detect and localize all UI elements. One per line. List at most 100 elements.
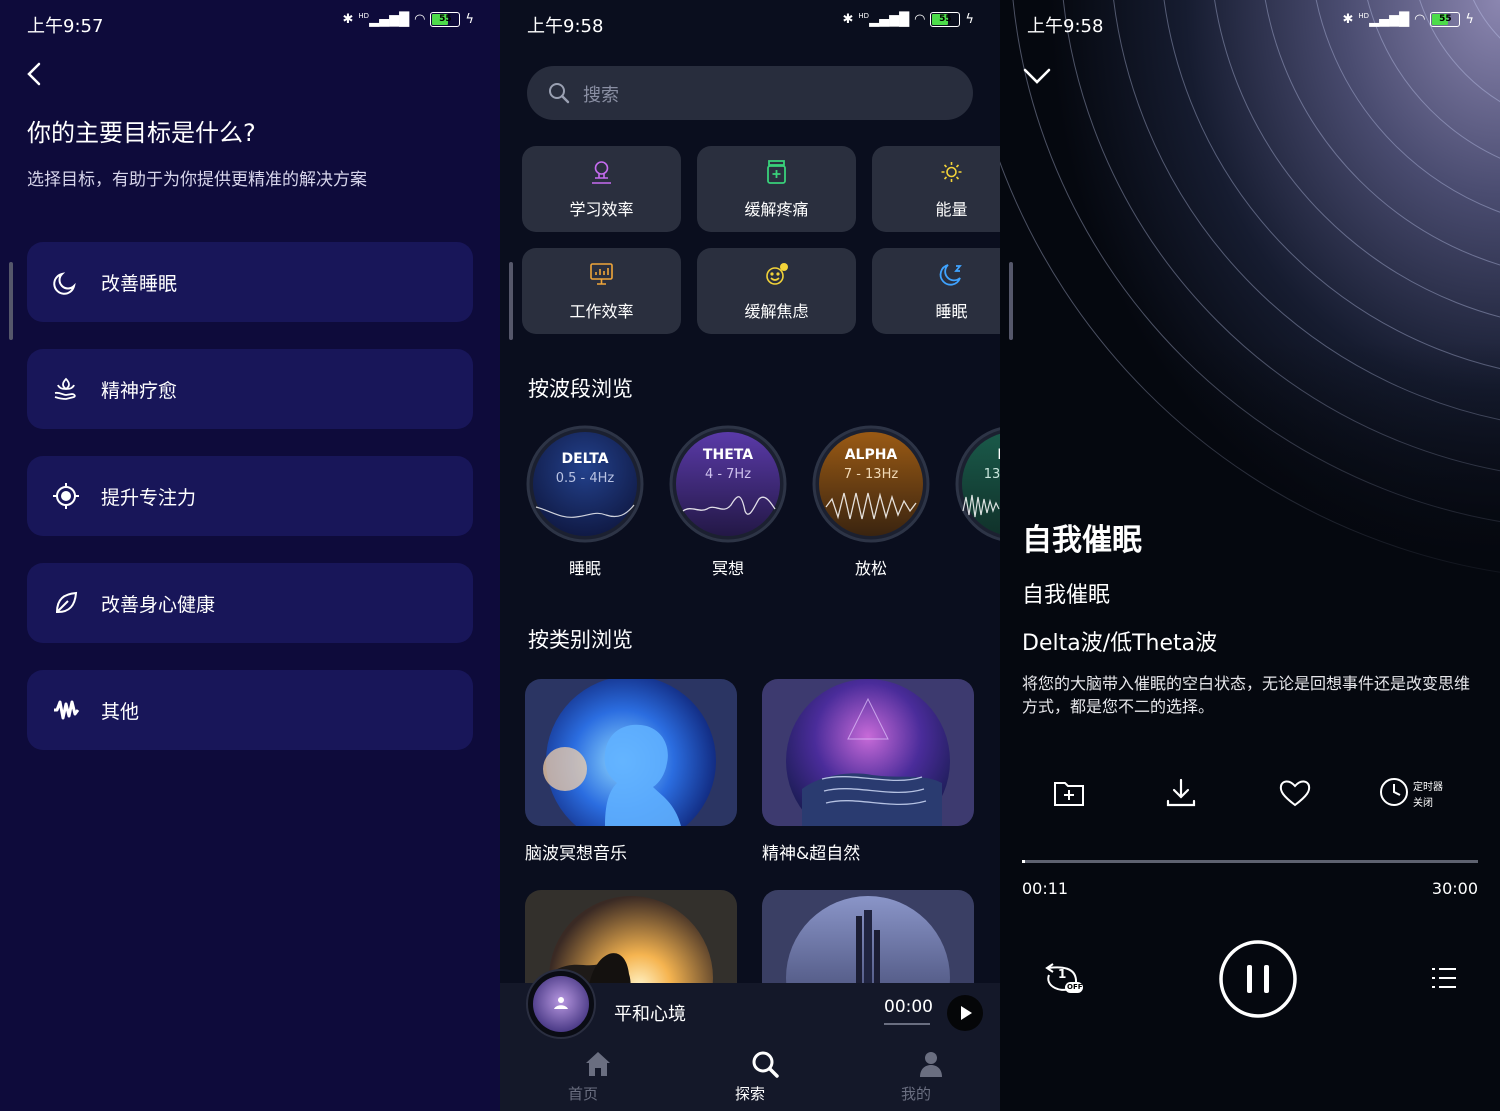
goal-option-healing[interactable]: 精神疗愈 xyxy=(27,349,473,429)
status-icons: ✱ HD▂▄▆█ ◠ 55 ϟ xyxy=(343,12,474,27)
timer-button[interactable]: 定时器 关闭 xyxy=(1378,775,1468,811)
status-time: 上午9:58 xyxy=(1027,16,1104,37)
bottom-nav: 首页 探索 我的 xyxy=(500,1041,1000,1111)
bluetooth-icon: ✱ xyxy=(342,12,354,28)
band-label: 冥想 xyxy=(711,559,744,578)
scroll-indicator[interactable] xyxy=(1009,262,1013,340)
download-icon[interactable] xyxy=(1163,775,1199,811)
status-icons: ✱ HD▂▄▆█ ◠ 55 ϟ xyxy=(843,12,974,27)
band-delta-bubble[interactable]: DELTA 0.5 - 4Hz xyxy=(526,425,644,543)
goal-option-wellness[interactable]: 改善身心健康 xyxy=(27,563,473,643)
elapsed-time: 00:11 xyxy=(1022,879,1069,898)
band-next-bubble[interactable]: I 13 xyxy=(955,425,1000,543)
playlist-icon[interactable] xyxy=(1430,965,1458,991)
head-silhouette-image xyxy=(543,679,716,826)
charging-icon: ϟ xyxy=(465,12,474,28)
explore-screen: 上午9:58 ✱ HD▂▄▆█ ◠ 55 ϟ 搜索 学习效率 缓解疼痛 能量 工… xyxy=(500,0,1000,1111)
band-range: 13 xyxy=(984,467,1000,482)
smile-icon xyxy=(766,263,788,285)
track-band: Delta波/低Theta波 xyxy=(1022,631,1218,656)
category-pain[interactable]: 缓解疼痛 xyxy=(697,146,856,232)
track-subtitle: 自我催眠 xyxy=(1022,583,1111,608)
collapse-chevron-icon[interactable] xyxy=(1022,64,1052,88)
target-icon xyxy=(53,483,79,509)
track-description: 将您的大脑带入催眠的空白状态，无论是回想事件还是改变思维方式，都是您不二的选择。 xyxy=(1022,674,1471,716)
status-bar: 上午9:58 ✱ HD▂▄▆█ ◠ 55 ϟ xyxy=(1027,8,1474,38)
study-bulb-icon xyxy=(592,161,611,184)
timer-status: 关闭 xyxy=(1413,798,1433,809)
mini-player-progress xyxy=(884,1023,930,1025)
status-time: 上午9:58 xyxy=(527,16,604,37)
pill-bottle-icon xyxy=(767,160,786,184)
mini-player-title: 平和心境 xyxy=(614,1004,686,1025)
status-bar: 上午9:57 ✱ HD▂▄▆█ ◠ 55 ϟ xyxy=(27,8,474,38)
goal-option-sleep[interactable]: 改善睡眠 xyxy=(27,242,473,322)
band-label: 睡眠 xyxy=(568,559,601,578)
play-button[interactable] xyxy=(946,994,984,1032)
battery-icon: 55 xyxy=(430,12,461,28)
page-title: 你的主要目标是什么? xyxy=(27,119,256,147)
wifi-icon: ◠ xyxy=(414,12,426,28)
onboarding-screen: 上午9:57 ✱ HD▂▄▆█ ◠ 55 ϟ 你的主要目标是什么? 选择目标，有… xyxy=(0,0,500,1111)
waveform-icon xyxy=(54,700,80,720)
category-energy[interactable]: 能量 xyxy=(872,146,1000,232)
category-sleep[interactable]: 睡眠 xyxy=(872,248,1000,334)
signal-icon: HD▂▄▆█ xyxy=(358,12,410,28)
player-screen: 上午9:58 ✱ HD▂▄▆█ ◠ 55 ϟ 自我催眠 自我催眠 Delta波/… xyxy=(1000,0,1500,1111)
search-input[interactable]: 搜索 xyxy=(527,66,973,120)
band-label: 放松 xyxy=(854,559,887,578)
category-study[interactable]: 学习效率 xyxy=(522,146,681,232)
category-work[interactable]: 工作效率 xyxy=(522,248,681,334)
status-time: 上午9:57 xyxy=(27,16,104,37)
progress-bar[interactable] xyxy=(1022,860,1478,863)
card-brainwave-music[interactable] xyxy=(525,679,737,826)
heart-icon[interactable] xyxy=(1277,775,1313,811)
band-theta-bubble[interactable]: THETA 4 - 7Hz xyxy=(669,425,787,543)
goal-option-other[interactable]: 其他 xyxy=(27,670,473,750)
wifi-icon: ◠ xyxy=(1414,12,1426,28)
charging-icon: ϟ xyxy=(965,12,974,28)
goal-option-focus[interactable]: 提升专注力 xyxy=(27,456,473,536)
timer-label: 定时器 xyxy=(1413,782,1443,793)
band-alpha-bubble[interactable]: ALPHA 7 - 13Hz xyxy=(812,425,930,543)
track-title: 自我催眠 xyxy=(1022,523,1142,558)
goal-label: 改善身心健康 xyxy=(101,594,216,616)
band-range: 0.5 - 4Hz xyxy=(556,471,615,486)
moon-icon xyxy=(53,272,76,295)
monitor-chart-icon xyxy=(590,263,613,285)
goal-label: 改善睡眠 xyxy=(101,273,178,295)
back-arrow-icon[interactable] xyxy=(24,60,48,88)
band-range: 7 - 13Hz xyxy=(844,467,899,482)
add-to-folder-icon[interactable] xyxy=(1051,775,1087,811)
scroll-indicator[interactable] xyxy=(509,262,513,340)
progress-fill xyxy=(1022,860,1025,863)
repeat-button[interactable]: 1 OFF xyxy=(1043,958,1085,998)
scroll-indicator[interactable] xyxy=(9,262,13,340)
repeat-status: OFF xyxy=(1067,983,1083,991)
mini-player[interactable]: 平和心境 00:00 xyxy=(500,969,1000,1041)
lotus-hand-icon xyxy=(54,377,76,400)
status-icons: ✱ HD▂▄▆█ ◠ 55 ϟ xyxy=(1343,12,1474,27)
band-range: 4 - 7Hz xyxy=(705,467,751,482)
category-label: 学习效率 xyxy=(569,200,634,219)
category-anxiety[interactable]: 缓解焦虑 xyxy=(697,248,856,334)
meditation-figures-image xyxy=(786,679,950,826)
nav-profile[interactable]: 我的 xyxy=(886,1041,946,1111)
nav-explore[interactable]: 探索 xyxy=(720,1041,780,1111)
page-subtitle: 选择目标，有助于为你提供更精准的解决方案 xyxy=(27,170,367,190)
mini-player-artwork xyxy=(526,969,596,1039)
pause-button[interactable] xyxy=(1218,939,1298,1019)
signal-icon: HD▂▄▆█ xyxy=(1358,12,1410,28)
clock-icon xyxy=(1380,778,1408,806)
category-label: 缓解疼痛 xyxy=(744,200,809,219)
moon-stars-icon xyxy=(939,264,962,286)
goal-label: 精神疗愈 xyxy=(101,380,178,402)
bluetooth-icon: ✱ xyxy=(842,12,854,28)
nav-home[interactable]: 首页 xyxy=(553,1041,613,1111)
category-label: 睡眠 xyxy=(935,302,968,321)
card-spiritual[interactable] xyxy=(762,679,974,826)
signal-icon: HD▂▄▆█ xyxy=(858,12,910,28)
status-bar: 上午9:58 ✱ HD▂▄▆█ ◠ 55 ϟ xyxy=(527,8,974,38)
card-label: 脑波冥想音乐 xyxy=(525,844,627,864)
battery-icon: 55 xyxy=(930,12,961,28)
